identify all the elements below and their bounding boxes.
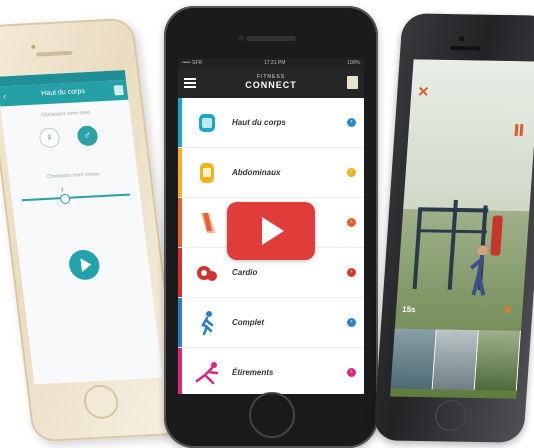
home-button	[249, 392, 295, 438]
notepad-icon[interactable]	[113, 85, 124, 96]
legs-icon	[192, 208, 222, 238]
list-item-label: Abdominaux	[232, 168, 281, 177]
brand-top: FITNESS	[256, 74, 286, 80]
upper-body-icon	[192, 108, 222, 138]
list-item-label: Étirements	[232, 368, 274, 377]
status-carrier: ••••• SFR	[182, 60, 203, 66]
speaker-grille	[450, 46, 481, 51]
chevron-right-icon[interactable]: ›	[347, 168, 356, 177]
category-color-bar	[178, 248, 182, 297]
list-item-complete[interactable]: Complet ›	[178, 298, 364, 348]
close-icon[interactable]: ✕	[417, 83, 430, 100]
status-dot	[504, 306, 511, 313]
status-bar: ••••• SFR 17:31 PM 100%	[178, 58, 364, 68]
timer-text: 15s	[401, 304, 416, 315]
list-item-abs[interactable]: Abdominaux ›	[178, 148, 364, 198]
list-item-label: Complet	[232, 318, 264, 327]
status-battery: 100%	[347, 60, 360, 66]
camera-icon	[238, 35, 244, 41]
header-title: Haut du corps	[40, 88, 86, 98]
chevron-right-icon[interactable]: ›	[347, 268, 356, 277]
chevron-right-icon[interactable]: ›	[347, 218, 356, 227]
category-color-bar	[178, 148, 182, 197]
video-play-button[interactable]	[227, 202, 315, 260]
promo-scene: ‹ Haut du corps Choisissez votre sexe ♀ …	[0, 0, 534, 448]
exercise-thumbnail[interactable]	[390, 328, 437, 390]
hamburger-icon[interactable]	[184, 78, 196, 88]
abs-icon	[192, 158, 222, 188]
category-color-bar	[178, 98, 182, 147]
camera-icon	[31, 44, 36, 49]
brand-name: CONNECT	[245, 80, 297, 90]
slider-value: 2	[60, 187, 65, 194]
exercise-thumbnail[interactable]	[432, 329, 479, 391]
speaker-grille	[246, 36, 296, 41]
category-color-bar	[178, 298, 182, 347]
notepad-icon[interactable]	[347, 76, 358, 89]
speaker-grille	[36, 50, 73, 57]
left-phone: ‹ Haut du corps Choisissez votre sexe ♀ …	[0, 17, 184, 443]
pause-icon[interactable]	[514, 123, 526, 137]
play-icon	[79, 257, 92, 273]
list-item-label: Haut du corps	[232, 118, 286, 127]
start-button[interactable]	[67, 249, 102, 281]
chevron-right-icon[interactable]: ›	[347, 118, 356, 127]
list-item-stretching[interactable]: Étirements ›	[178, 348, 364, 394]
list-item-upper-body[interactable]: Haut du corps ›	[178, 98, 364, 148]
slider-handle[interactable]	[59, 193, 71, 205]
list-item-label: Cardio	[232, 268, 258, 277]
gender-prompt: Choisissez votre sexe	[41, 109, 91, 119]
category-color-bar	[178, 198, 182, 247]
home-button	[433, 399, 469, 432]
camera-icon	[459, 36, 465, 42]
gender-selector: ♀ ♂	[3, 124, 134, 151]
workout-video-screen: ✕ 15s	[390, 59, 534, 399]
youtube-play-icon	[262, 217, 284, 245]
category-color-bar	[178, 348, 182, 394]
chevron-left-icon[interactable]: ‹	[2, 86, 7, 106]
cardio-icon	[192, 258, 222, 288]
chevron-right-icon[interactable]: ›	[347, 318, 356, 327]
exercise-thumbnails	[390, 328, 521, 391]
training-rig-illustration	[412, 199, 503, 296]
level-slider[interactable]: 2	[21, 187, 131, 205]
male-icon[interactable]: ♂	[76, 125, 99, 147]
left-phone-screen: ‹ Haut du corps Choisissez votre sexe ♀ …	[0, 69, 163, 385]
level-prompt: Choisissez votre niveau	[46, 171, 101, 180]
app-navbar: FITNESS CONNECT	[178, 68, 364, 98]
runner-icon	[192, 308, 222, 338]
female-icon[interactable]: ♀	[38, 127, 61, 149]
exercise-thumbnail[interactable]	[474, 330, 521, 391]
right-phone: ✕ 15s	[372, 13, 534, 443]
status-time: 17:31 PM	[263, 60, 286, 66]
stretch-icon	[192, 358, 222, 388]
chevron-right-icon[interactable]: ›	[347, 368, 356, 377]
home-button	[81, 384, 121, 420]
